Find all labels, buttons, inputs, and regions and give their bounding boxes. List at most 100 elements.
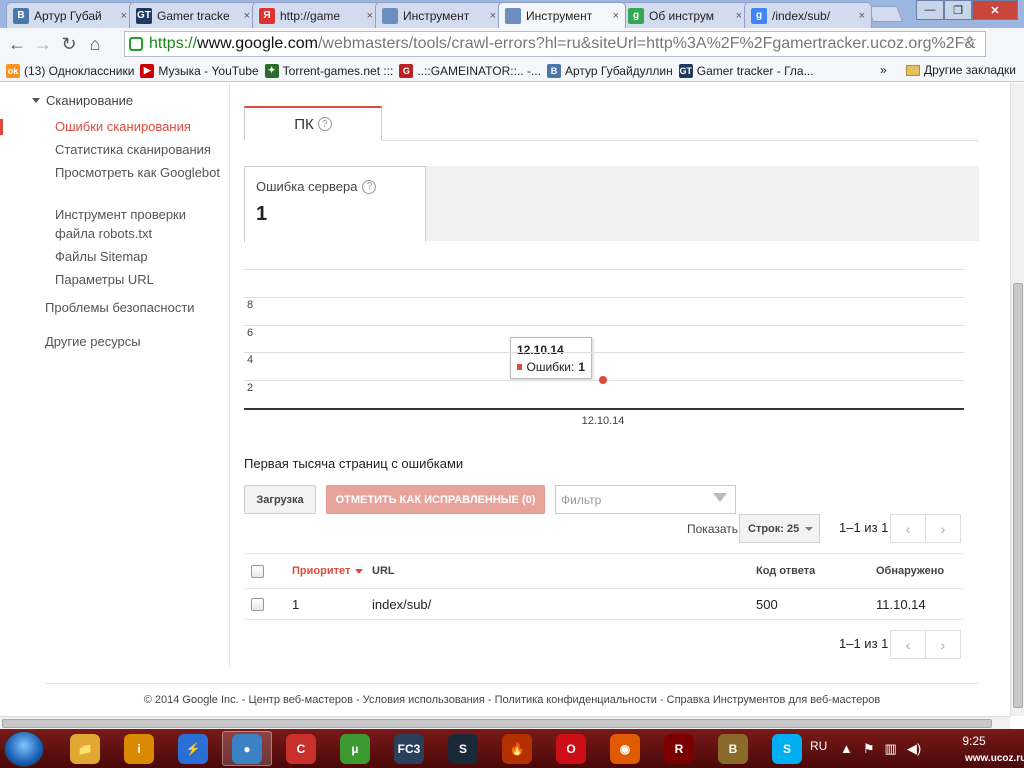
taskbar-app-bioshock[interactable]: B [708,731,758,766]
browser-tab[interactable]: GT Gamer tracke × [129,2,257,28]
bookmark-item[interactable]: ok (13) Одноклассники [6,63,134,78]
address-bar[interactable]: https://www.google.com/webmasters/tools/… [124,31,986,57]
taskbar-app-game[interactable]: R [654,731,704,766]
server-error-card[interactable]: Ошибка сервера ? 1 [244,166,426,242]
download-button[interactable]: Загрузка [244,485,316,514]
sidebar-item-url-params[interactable]: Параметры URL [55,270,220,289]
bookmarks-bar: ok (13) Одноклассники ▶ Музыка - YouTube ✦ To… [0,60,1024,82]
start-button[interactable] [4,731,44,767]
table-row[interactable]: 1 index/sub/ 500 11.10.14 [244,589,964,620]
expand-triangle-icon [32,98,40,103]
tab-desktop[interactable]: ПК ? [244,106,382,141]
home-icon[interactable]: ⌂ [82,31,108,57]
minimize-button[interactable]: — [916,0,944,20]
network-icon[interactable]: ▥ [885,741,897,757]
header-priority-label: Приоритет [292,565,351,577]
browser-tab-label: /index/sub/ [772,8,831,23]
sidebar-item-crawl-errors[interactable]: Ошибки сканирования [55,117,220,136]
sidebar-item-other-resources[interactable]: Другие ресурсы [45,334,141,349]
flag-icon[interactable]: ⚑ [863,741,875,757]
mark-fixed-button[interactable]: ОТМЕТИТЬ КАК ИСПРАВЛЕННЫЕ (0) [326,485,545,514]
filter-input[interactable]: Фильтр [555,485,736,514]
window-controls: — ❐ ✕ [916,0,1018,20]
close-tab-icon[interactable]: × [859,10,865,22]
bookmark-item[interactable]: G ..::GAMEINATOR::.. -... [399,63,541,78]
volume-icon[interactable]: ◀) [907,741,921,757]
server-error-label: Ошибка сервера ? [256,179,377,194]
forward-icon[interactable]: → [30,31,56,57]
data-point[interactable] [599,376,607,384]
header-detected[interactable]: Обнаружено [876,554,944,588]
close-tab-icon[interactable]: × [244,10,250,22]
close-tab-icon[interactable]: × [490,10,496,22]
bookmark-item[interactable]: ▶ Музыка - YouTube [140,63,259,78]
taskbar-app-origin[interactable]: ◉ [600,731,650,766]
browser-tab[interactable]: g Об инструм × [621,2,749,28]
browser-tab[interactable]: Инструмент × [498,2,626,28]
scrollbar-thumb[interactable] [1013,283,1023,708]
header-priority[interactable]: Приоритет [292,554,364,588]
clock[interactable]: 9:25 [956,734,992,748]
sidebar-item-sitemaps[interactable]: Файлы Sitemap [55,247,220,266]
taskbar-app-steam[interactable]: S [438,731,488,766]
help-icon[interactable]: ? [362,179,377,194]
select-all-checkbox[interactable] [251,554,264,588]
show-hidden-icons-icon[interactable]: ▲ [840,741,853,757]
taskbar-app-utorrent[interactable]: µ [330,731,380,766]
other-bookmarks[interactable]: Другие закладки [906,63,1016,77]
horizontal-scrollbar[interactable] [0,716,1010,729]
vertical-scrollbar[interactable] [1010,83,1024,716]
language-indicator[interactable]: RU [810,739,827,753]
taskbar-app-opera[interactable]: O [546,731,596,766]
new-tab-button[interactable] [867,6,903,22]
header-response-code[interactable]: Код ответа [756,554,815,588]
bookmark-label: Torrent-games.net ::: [282,63,394,78]
rows-per-page-select[interactable]: Строк: 25 [739,514,820,543]
sidebar-item-fetch-googlebot[interactable]: Просмотреть как Googlebot [55,163,220,182]
close-tab-icon[interactable]: × [613,10,619,22]
bookmark-item[interactable]: GT Gamer tracker - Гла... [678,63,814,78]
sidebar-section-crawl[interactable]: Сканирование [32,93,133,108]
sidebar-item-crawl-stats[interactable]: Статистика сканирования [55,140,220,159]
taskbar-app-info[interactable]: i [114,731,164,766]
back-icon[interactable]: ← [4,31,30,57]
taskbar-app-thunder[interactable]: ⚡ [168,731,218,766]
chrome-icon: ● [232,733,262,764]
reload-icon[interactable]: ↻ [56,31,82,57]
close-tab-icon[interactable]: × [367,10,373,22]
sidebar-item-security[interactable]: Проблемы безопасности [45,300,195,315]
next-page-button[interactable]: › [925,514,961,543]
browser-tab[interactable]: g/index/sub/ × [744,2,872,28]
bookmarks-overflow-button[interactable]: » [880,63,887,77]
taskbar-app-fire[interactable]: 🔥 [492,731,542,766]
next-page-button[interactable]: › [925,630,961,659]
taskbar-app-ccleaner[interactable]: C [276,731,326,766]
browser-tab[interactable]: Инструмент × [375,2,503,28]
window-close-button[interactable]: ✕ [972,0,1018,20]
taskbar-app-explorer[interactable]: 📁 [60,731,110,766]
prev-page-button[interactable]: ‹ [890,514,926,543]
cell-url[interactable]: index/sub/ [372,589,431,619]
sidebar-item-robots-tester[interactable]: Инструмент проверки файла robots.txt [55,205,220,243]
show-label: Показать [687,522,739,536]
browser-tab[interactable]: Яhttp://game × [252,2,380,28]
bookmark-star-icon[interactable]: ☆ [962,32,977,52]
taskbar-app-fc3[interactable]: FC3 [384,731,434,766]
chevron-down-icon [805,526,814,531]
help-icon[interactable]: ? [317,117,332,131]
page-footer[interactable]: © 2014 Google Inc. - Центр веб-мастеров … [45,683,979,706]
maximize-button[interactable]: ❐ [944,0,972,20]
bookmark-item[interactable]: В Артур Губайдуллин [546,63,673,78]
favicon-icon: g [751,7,767,24]
browser-tab[interactable]: В Артур Губай × [6,2,134,28]
favicon-icon: В [13,7,29,24]
section-title: Первая тысяча страниц с ошибками [244,456,464,471]
bookmark-item[interactable]: ✦ Torrent-games.net ::: [264,63,394,78]
header-url[interactable]: URL [372,554,395,588]
close-tab-icon[interactable]: × [121,10,127,22]
taskbar-app-chrome[interactable]: ● [222,731,272,766]
prev-page-button[interactable]: ‹ [890,630,926,659]
scrollbar-thumb[interactable] [2,719,992,728]
close-tab-icon[interactable]: × [736,10,742,22]
row-checkbox[interactable] [251,589,264,619]
